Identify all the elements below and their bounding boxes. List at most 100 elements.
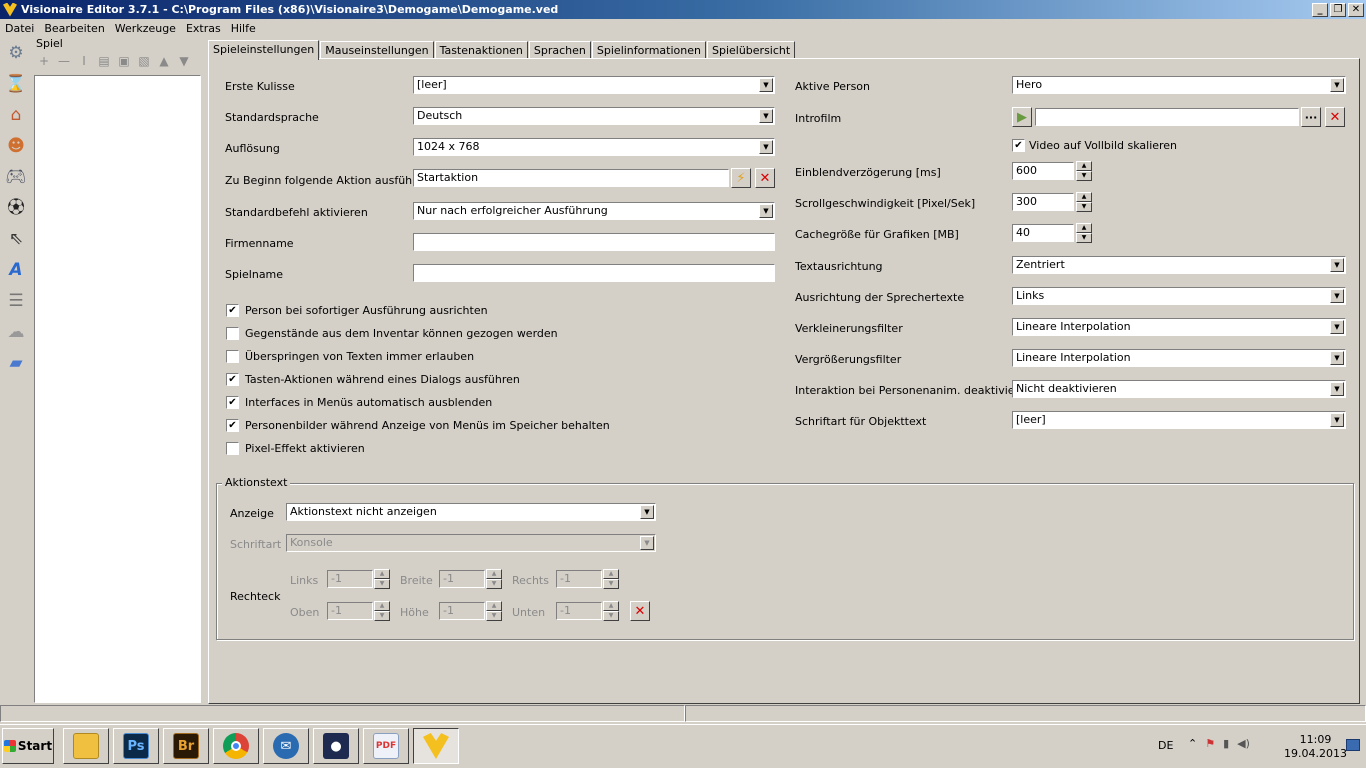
spin-up-icon[interactable]: ▲ bbox=[486, 569, 502, 579]
chevron-down-icon[interactable]: ▼ bbox=[1330, 258, 1344, 272]
taskbar-app-thunderbird[interactable]: ✉ bbox=[263, 728, 309, 764]
einblend-spinner[interactable]: ▲ ▼ bbox=[1076, 161, 1092, 181]
zu-beginn-field[interactable]: Startaktion bbox=[413, 169, 729, 187]
rename-icon[interactable]: Ⅰ bbox=[76, 54, 92, 68]
volume-icon[interactable]: ◀) bbox=[1237, 737, 1250, 750]
taskbar-app-photoshop[interactable]: Ps bbox=[113, 728, 159, 764]
network-icon[interactable]: ▮ bbox=[1223, 737, 1229, 750]
lightning-icon[interactable]: ⚡︎ bbox=[731, 168, 751, 188]
taskbar-app-visionaire[interactable] bbox=[413, 728, 459, 764]
action-center-icon[interactable]: ⚑ bbox=[1205, 737, 1215, 750]
oben-field[interactable]: -1 bbox=[327, 602, 373, 620]
hoehe-field[interactable]: -1 bbox=[439, 602, 485, 620]
clear-x-icon[interactable]: ✕ bbox=[755, 168, 775, 188]
spin-up-icon[interactable]: ▲ bbox=[1076, 223, 1092, 233]
scroll-spinner[interactable]: ▲ ▼ bbox=[1076, 192, 1092, 212]
chevron-down-icon[interactable]: ▼ bbox=[1330, 413, 1344, 427]
sprechertexte-select[interactable]: Links ▼ bbox=[1012, 287, 1346, 305]
breite-field[interactable]: -1 bbox=[439, 570, 485, 588]
spin-up-icon[interactable]: ▲ bbox=[486, 601, 502, 611]
checkbox[interactable] bbox=[226, 350, 239, 363]
clock[interactable]: 11:09 19.04.2013 bbox=[1284, 733, 1347, 761]
paste-icon[interactable]: ▧ bbox=[136, 54, 152, 68]
schriftart-select[interactable]: Konsole ▼ bbox=[286, 534, 656, 552]
aufloesung-select[interactable]: 1024 x 768 ▼ bbox=[413, 138, 775, 156]
taskbar-app-pdf[interactable]: PDF bbox=[363, 728, 409, 764]
language-indicator[interactable]: DE bbox=[1158, 739, 1173, 752]
checkbox[interactable]: ✔ bbox=[226, 396, 239, 409]
down-icon[interactable]: ▼ bbox=[176, 54, 192, 68]
menu-datei[interactable]: Datei bbox=[0, 22, 39, 35]
spin-up-icon[interactable]: ▲ bbox=[374, 569, 390, 579]
menu-werkzeuge[interactable]: Werkzeuge bbox=[110, 22, 181, 35]
erste-kulisse-select[interactable]: [leer] ▼ bbox=[413, 76, 775, 94]
firmenname-field[interactable] bbox=[413, 233, 775, 251]
breite-spinner[interactable]: ▲ ▼ bbox=[486, 569, 502, 589]
spin-down-icon[interactable]: ▼ bbox=[1076, 202, 1092, 212]
tray-expand-icon[interactable]: ⌃ bbox=[1188, 737, 1197, 750]
tab-spielinformationen[interactable]: Spielinformationen bbox=[591, 41, 706, 59]
hourglass-icon[interactable]: ⌛ bbox=[4, 72, 28, 96]
taskbar-app-user[interactable]: ● bbox=[313, 728, 359, 764]
spin-down-icon[interactable]: ▼ bbox=[374, 579, 390, 589]
links-field[interactable]: -1 bbox=[327, 570, 373, 588]
spin-down-icon[interactable]: ▼ bbox=[374, 611, 390, 621]
introfilm-field[interactable] bbox=[1035, 108, 1299, 126]
links-spinner[interactable]: ▲ ▼ bbox=[374, 569, 390, 589]
spin-up-icon[interactable]: ▲ bbox=[603, 601, 619, 611]
start-button[interactable]: Start bbox=[2, 728, 54, 764]
checkbox-pixel-effekt[interactable]: Pixel-Effekt aktivieren bbox=[226, 442, 365, 455]
checkbox[interactable] bbox=[226, 327, 239, 340]
clear-x-icon[interactable]: ✕ bbox=[630, 601, 650, 621]
maximize-button[interactable]: ❐ bbox=[1330, 2, 1346, 17]
spielname-field[interactable] bbox=[413, 264, 775, 282]
chevron-down-icon[interactable]: ▼ bbox=[1330, 351, 1344, 365]
standardsprache-select[interactable]: Deutsch ▼ bbox=[413, 107, 775, 125]
ball-icon[interactable]: ⚽︎ bbox=[4, 196, 28, 220]
text-document-icon[interactable]: ☰ bbox=[4, 289, 28, 313]
spin-down-icon[interactable]: ▼ bbox=[486, 579, 502, 589]
cache-field[interactable]: 40 bbox=[1012, 224, 1074, 242]
tab-spieleinstellungen[interactable]: Spieleinstellungen bbox=[208, 40, 320, 60]
clear-x-icon[interactable]: ✕ bbox=[1325, 107, 1345, 127]
checkbox[interactable]: ✔ bbox=[226, 419, 239, 432]
chevron-down-icon[interactable]: ▼ bbox=[1330, 382, 1344, 396]
cache-spinner[interactable]: ▲ ▼ bbox=[1076, 223, 1092, 243]
font-icon[interactable]: A bbox=[4, 258, 28, 282]
close-button[interactable]: ✕ bbox=[1348, 2, 1364, 17]
scene-house-icon[interactable]: ⌂ bbox=[4, 103, 28, 127]
unten-field[interactable]: -1 bbox=[556, 602, 602, 620]
rechts-field[interactable]: -1 bbox=[556, 570, 602, 588]
chevron-down-icon[interactable]: ▼ bbox=[759, 140, 773, 154]
rechts-spinner[interactable]: ▲ ▼ bbox=[603, 569, 619, 589]
tab-mauseinstellungen[interactable]: Mauseinstellungen bbox=[320, 41, 434, 59]
gear-icon[interactable]: ⚙ bbox=[4, 41, 28, 65]
checkbox-personenbilder-behalten[interactable]: ✔ Personenbilder während Anzeige von Menü… bbox=[226, 419, 610, 432]
checkbox[interactable]: ✔ bbox=[226, 373, 239, 386]
chevron-down-icon[interactable]: ▼ bbox=[1330, 289, 1344, 303]
remove-icon[interactable]: — bbox=[56, 54, 72, 68]
spin-up-icon[interactable]: ▲ bbox=[1076, 192, 1092, 202]
cursor-icon[interactable]: ⇖ bbox=[4, 227, 28, 251]
textausrichtung-select[interactable]: Zentriert ▼ bbox=[1012, 256, 1346, 274]
tab-spieluebersicht[interactable]: Spielübersicht bbox=[706, 41, 796, 59]
tab-tastenaktionen[interactable]: Tastenaktionen bbox=[434, 41, 528, 59]
chevron-down-icon[interactable]: ▼ bbox=[640, 536, 654, 550]
add-icon[interactable]: + bbox=[36, 54, 52, 68]
tab-sprachen[interactable]: Sprachen bbox=[528, 41, 591, 59]
taskbar-app-bridge[interactable]: Br bbox=[163, 728, 209, 764]
video-preview-icon[interactable]: ▶ bbox=[1012, 107, 1032, 127]
browse-button[interactable]: ··· bbox=[1301, 107, 1321, 127]
copy-icon[interactable]: ▤ bbox=[96, 54, 112, 68]
spin-up-icon[interactable]: ▲ bbox=[1076, 161, 1092, 171]
chevron-down-icon[interactable]: ▼ bbox=[759, 109, 773, 123]
hoehe-spinner[interactable]: ▲ ▼ bbox=[486, 601, 502, 621]
up-icon[interactable]: ▲ bbox=[156, 54, 172, 68]
spin-down-icon[interactable]: ▼ bbox=[486, 611, 502, 621]
standardbefehl-select[interactable]: Nur nach erfolgreicher Ausführung ▼ bbox=[413, 202, 775, 220]
checkbox-tasten-aktionen[interactable]: ✔ Tasten-Aktionen während eines Dialogs a… bbox=[226, 373, 520, 386]
checkbox[interactable] bbox=[226, 442, 239, 455]
aktive-person-select[interactable]: Hero ▼ bbox=[1012, 76, 1346, 94]
tree-list[interactable] bbox=[34, 75, 201, 703]
unten-spinner[interactable]: ▲ ▼ bbox=[603, 601, 619, 621]
